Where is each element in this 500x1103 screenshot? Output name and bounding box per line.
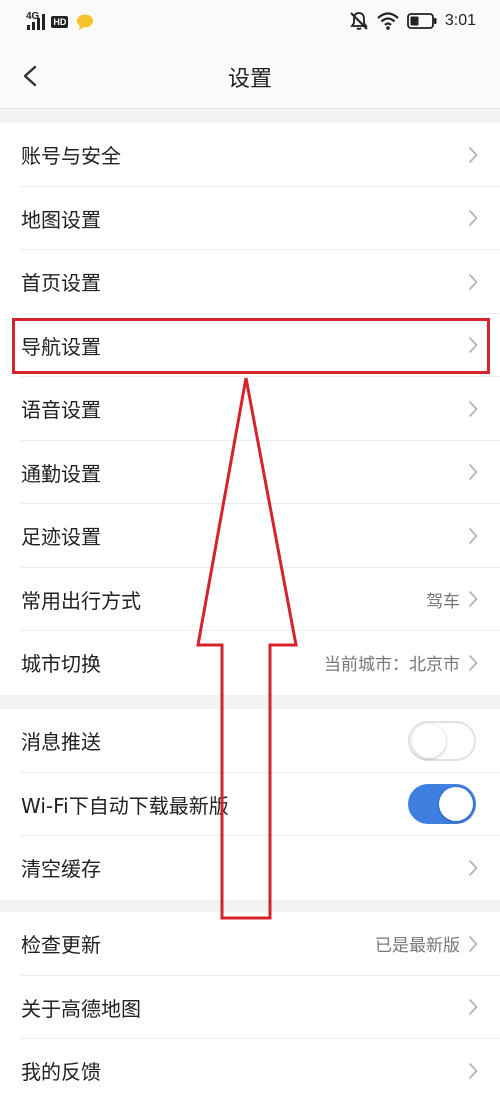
settings-group-preferences: 消息推送 Wi-Fi下自动下载最新版 清空缓存 xyxy=(0,709,500,900)
chevron-right-icon xyxy=(468,464,478,481)
navigation-settings-row[interactable]: 导航设置 xyxy=(0,314,500,378)
chevron-right-icon xyxy=(468,400,478,417)
travel-mode-value: 驾车 xyxy=(426,591,460,612)
check-update-row[interactable]: 检查更新 已是最新版 xyxy=(0,912,500,976)
push-notification-row: 消息推送 xyxy=(0,709,500,773)
chevron-right-icon xyxy=(468,273,478,290)
wifi-auto-download-row: Wi-Fi下自动下载最新版 xyxy=(0,773,500,837)
row-label: 通勤设置 xyxy=(21,461,101,486)
chevron-right-icon xyxy=(468,337,478,354)
chevron-right-icon xyxy=(468,999,478,1016)
settings-group-about: 检查更新 已是最新版 关于高德地图 我的反馈 xyxy=(0,912,500,1103)
row-label: 足迹设置 xyxy=(21,525,101,550)
home-settings-row[interactable]: 首页设置 xyxy=(0,250,500,314)
mute-bell-icon xyxy=(350,12,368,30)
city-switch-row[interactable]: 城市切换 当前城市：北京市 xyxy=(0,631,500,695)
row-label: 检查更新 xyxy=(21,933,101,958)
chevron-right-icon xyxy=(468,210,478,227)
footprint-settings-row[interactable]: 足迹设置 xyxy=(0,504,500,568)
row-label: 首页设置 xyxy=(21,271,101,296)
clear-cache-row[interactable]: 清空缓存 xyxy=(0,836,500,900)
update-status-value: 已是最新版 xyxy=(375,936,460,957)
status-left: 4G HD xyxy=(26,10,94,32)
about-amap-row[interactable]: 关于高德地图 xyxy=(0,976,500,1040)
toggle-knob xyxy=(412,723,446,758)
voice-settings-row[interactable]: 语音设置 xyxy=(0,377,500,441)
status-bar: 4G HD 3:01 xyxy=(0,0,500,44)
page-title: 设置 xyxy=(227,67,272,92)
hd-badge: HD xyxy=(51,16,69,28)
chevron-right-icon xyxy=(468,935,478,952)
wifi-auto-download-toggle[interactable] xyxy=(408,784,476,825)
chevron-right-icon xyxy=(468,1062,478,1079)
row-label: 我的反馈 xyxy=(21,1060,101,1085)
chevron-right-icon xyxy=(468,654,478,671)
row-label: Wi-Fi下自动下载最新版 xyxy=(21,793,229,818)
status-right: 3:01 xyxy=(349,10,476,32)
current-city-value: 当前城市：北京市 xyxy=(324,655,460,676)
row-label: 关于高德地图 xyxy=(21,996,141,1021)
commute-settings-row[interactable]: 通勤设置 xyxy=(0,441,500,505)
wifi-icon xyxy=(377,12,399,30)
nav-bar: 设置 xyxy=(0,44,500,109)
row-label: 常用出行方式 xyxy=(21,588,141,613)
my-feedback-row[interactable]: 我的反馈 xyxy=(0,1039,500,1103)
clock: 3:01 xyxy=(444,12,476,29)
network-type-label: 4G xyxy=(26,10,40,22)
row-label: 消息推送 xyxy=(21,730,101,755)
settings-group-general: 账号与安全 地图设置 首页设置 导航设置 语音设置 通勤设置 足迹设置 常用出行… xyxy=(0,123,500,695)
row-label: 地图设置 xyxy=(21,207,101,232)
battery-icon xyxy=(406,13,437,29)
toggle-knob xyxy=(439,787,473,822)
account-security-row[interactable]: 账号与安全 xyxy=(0,123,500,187)
row-label: 导航设置 xyxy=(21,334,101,359)
chevron-right-icon xyxy=(468,146,478,163)
chevron-right-icon xyxy=(468,527,478,544)
row-label: 语音设置 xyxy=(21,398,101,423)
row-label: 清空缓存 xyxy=(21,857,101,882)
row-label: 城市切换 xyxy=(21,652,101,677)
chevron-right-icon xyxy=(468,859,478,876)
notification-bubble-icon xyxy=(77,14,94,30)
push-notification-toggle[interactable] xyxy=(408,720,476,761)
row-label: 账号与安全 xyxy=(21,144,121,169)
chevron-right-icon xyxy=(468,591,478,608)
map-settings-row[interactable]: 地图设置 xyxy=(0,187,500,251)
travel-mode-row[interactable]: 常用出行方式 驾车 xyxy=(0,568,500,632)
